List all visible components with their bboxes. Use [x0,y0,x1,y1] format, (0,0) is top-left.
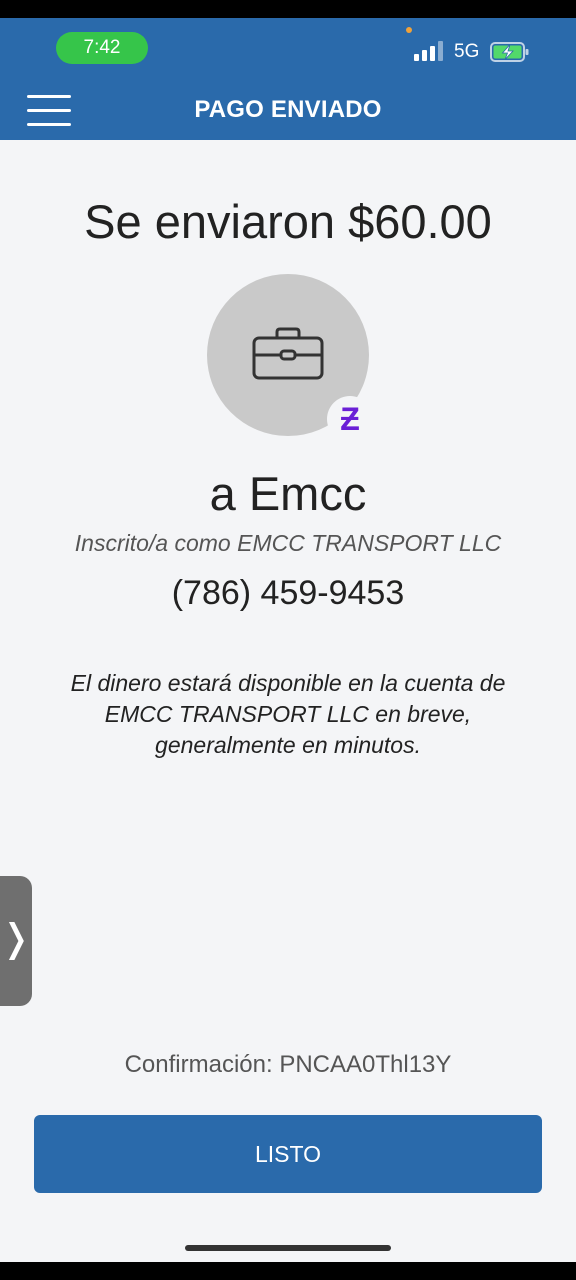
chevron-right-icon: ❭ [0,918,32,960]
page-title: PAGO ENVIADO [194,96,382,123]
app-header: 7:42 5G PAGO ENVIADO [0,18,576,140]
briefcase-icon [252,327,324,380]
side-drawer-handle[interactable]: ❭ [0,876,32,1006]
enrolled-as-label: Inscrito/a como EMCC TRANSPORT LLC [74,530,502,556]
signal-icon [414,41,446,61]
confirmation-code: Confirmación: PNCAA0Thl13Y [124,1051,452,1078]
done-button[interactable]: LISTO [34,1115,542,1193]
recipient-phone: (786) 459-9453 [171,574,405,612]
availability-note: El dinero estará disponible en la cuenta… [70,670,506,758]
home-indicator[interactable] [185,1245,391,1251]
network-type: 5G [454,41,480,62]
privacy-indicator-dot [406,27,412,33]
screen: 7:42 5G PAGO ENVIADO Se enviaron $60.00 [0,18,576,1262]
status-time: 7:42 [56,32,148,64]
zelle-z-icon: Ƶ [327,396,373,442]
sent-amount: Se enviaron $60.00 [84,195,492,248]
recipient-name: a Emcc [209,467,367,520]
battery-charging-icon [490,42,529,62]
